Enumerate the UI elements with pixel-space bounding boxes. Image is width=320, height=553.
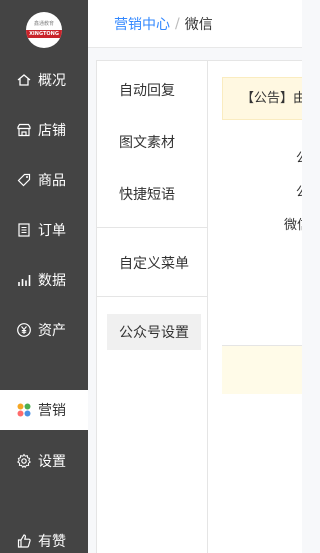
submenu-item-quick-phrases[interactable]: 快捷短语: [107, 176, 201, 212]
field-label: 公: [296, 181, 302, 200]
submenu-item-auto-reply[interactable]: 自动回复: [107, 72, 201, 108]
submenu-item-account-settings[interactable]: 公众号设置: [107, 314, 201, 350]
breadcrumb-marketing-center[interactable]: 营销中心: [114, 14, 170, 34]
sidebar-item-assets[interactable]: 资产: [0, 310, 88, 350]
logo-top-text: 鑫通教育: [33, 21, 54, 27]
thumb-up-icon: [16, 533, 32, 549]
notice-banner: 【公告】由于: [222, 77, 302, 120]
info-panel: [222, 346, 302, 394]
submenu-divider: [97, 296, 207, 297]
sidebar-item-label: 资产: [38, 323, 66, 339]
overview-icon: [16, 72, 32, 88]
submenu-item-media[interactable]: 图文素材: [107, 124, 201, 160]
chart-icon: [16, 272, 32, 288]
sidebar-item-settings[interactable]: 设置: [0, 441, 88, 481]
sidebar-item-label: 营销: [38, 403, 66, 419]
sidebar-item-shop[interactable]: 店铺: [0, 110, 88, 150]
tag-icon: [16, 172, 32, 188]
logo-band-text: XINGTONG: [26, 30, 62, 38]
submenu-item-custom-menu[interactable]: 自定义菜单: [107, 245, 201, 281]
brand-logo[interactable]: 鑫通教育 XINGTONG: [26, 12, 62, 48]
sidebar-item-label: 数据: [38, 273, 66, 289]
main-sidebar: 鑫通教育 XINGTONG 概况 店铺 商品 订单 数据 资产 营销 设置 有赞: [0, 0, 88, 553]
sidebar-item-goods[interactable]: 商品: [0, 160, 88, 200]
breadcrumb-separator: /: [175, 15, 180, 32]
sidebar-item-label: 有赞: [38, 534, 66, 550]
breadcrumb-current: 微信: [184, 16, 213, 33]
submenu-divider: [97, 227, 207, 228]
sidebar-item-orders[interactable]: 订单: [0, 210, 88, 250]
shop-icon: [16, 122, 32, 138]
sidebar-item-label: 商品: [38, 173, 66, 189]
sidebar-item-label: 店铺: [38, 123, 66, 139]
sidebar-item-label: 概况: [38, 73, 66, 89]
main-content: 【公告】由于 公 公 微信: [208, 60, 302, 553]
yuan-icon: [16, 322, 32, 338]
sidebar-item-youzan[interactable]: 有赞: [0, 521, 88, 553]
order-icon: [16, 222, 32, 238]
wechat-submenu: 自动回复 图文素材 快捷短语 自定义菜单 公众号设置: [96, 60, 208, 553]
field-label: 公: [296, 147, 302, 166]
sidebar-item-label: 设置: [38, 454, 66, 470]
marketing-icon: [16, 402, 32, 418]
sidebar-item-marketing[interactable]: 营销: [0, 390, 88, 430]
sidebar-item-label: 订单: [38, 223, 66, 239]
field-label: 微信: [284, 218, 302, 233]
breadcrumb: 营销中心 / 微信: [88, 0, 302, 48]
sidebar-item-overview[interactable]: 概况: [0, 60, 88, 100]
sidebar-item-data[interactable]: 数据: [0, 260, 88, 300]
gear-icon: [16, 453, 32, 469]
